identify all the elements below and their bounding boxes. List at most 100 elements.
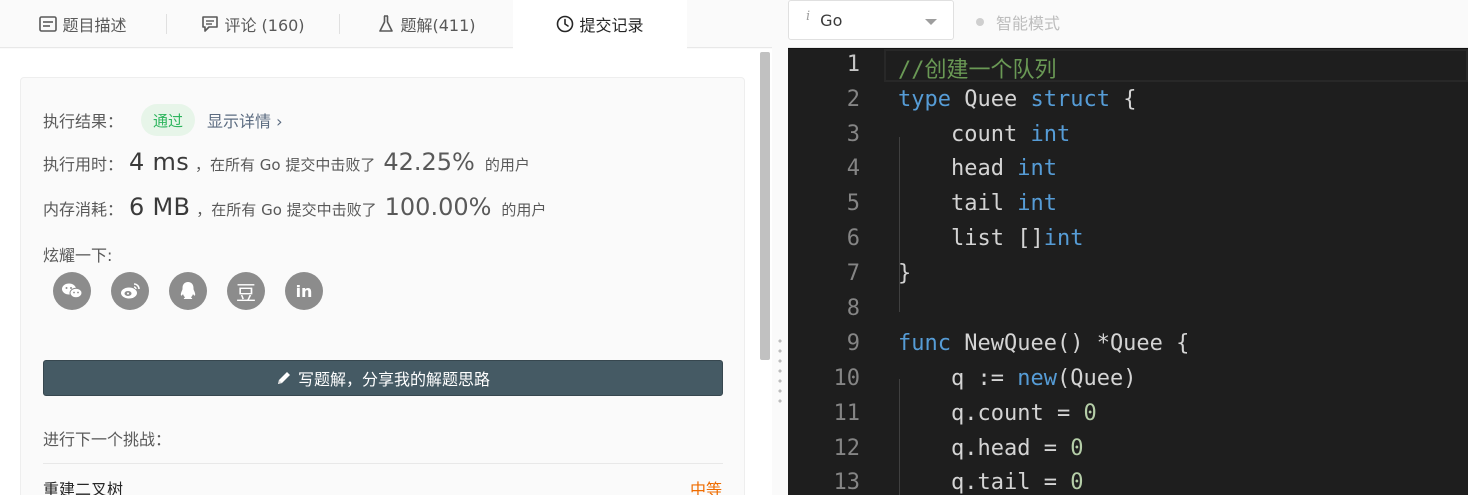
line-number: 7 bbox=[846, 261, 860, 286]
result-label: 执行结果： bbox=[43, 112, 124, 131]
code-line: 10 q := new(Quee) bbox=[788, 363, 1468, 398]
tab-solutions[interactable]: 题解(411) bbox=[340, 0, 513, 48]
drag-handle-icon bbox=[778, 336, 782, 406]
memory-value: 6 MB bbox=[129, 193, 191, 221]
status-badge: 通过 bbox=[141, 104, 196, 136]
runtime-label: 执行用时： bbox=[43, 155, 124, 174]
write-solution-label: 写题解，分享我的解题思路 bbox=[297, 370, 490, 389]
chevron-down-icon bbox=[925, 19, 937, 25]
code-text: q := new(Quee) bbox=[950, 366, 1137, 391]
left-pane: 题目描述 评论 (160) 题解(411) 提交记录 执行结果： 通过 显示详情… bbox=[0, 0, 772, 495]
tab-label: 评论 (160) bbox=[224, 16, 305, 35]
line-number: 1 bbox=[846, 52, 860, 77]
runtime-row: 执行用时： 4 ms ，在所有 Go 提交中击败了 42.25% 的用户 bbox=[43, 148, 530, 176]
line-number: 8 bbox=[846, 296, 860, 321]
tab-description[interactable]: 题目描述 bbox=[0, 0, 166, 48]
code-line: 4 head int bbox=[788, 153, 1468, 188]
code-text: //创建一个队列 bbox=[898, 58, 1057, 83]
clock-icon bbox=[556, 15, 574, 33]
memory-suffix: 的用户 bbox=[501, 201, 547, 219]
runtime-suffix: 的用户 bbox=[484, 156, 530, 174]
line-number: 11 bbox=[833, 401, 861, 426]
mode-label: 智能模式 bbox=[996, 14, 1061, 33]
memory-percent: 100.00% bbox=[384, 193, 492, 221]
line-number: 12 bbox=[833, 436, 861, 461]
tab-label: 题目描述 bbox=[62, 16, 127, 35]
code-line: 6 list []int bbox=[788, 223, 1468, 258]
line-number: 4 bbox=[846, 156, 860, 181]
code-text: type Quee struct { bbox=[898, 87, 1137, 112]
editor-toolbar: i Go 智能模式 bbox=[788, 0, 1468, 48]
next-challenge-label: 进行下一个挑战： bbox=[43, 430, 172, 449]
show-details-link[interactable]: 显示详情 › bbox=[207, 108, 283, 132]
line-number: 6 bbox=[846, 226, 860, 251]
code-line: 2 type Quee struct { bbox=[788, 84, 1468, 119]
tab-comments[interactable]: 评论 (160) bbox=[167, 0, 339, 48]
tab-bar: 题目描述 评论 (160) 题解(411) 提交记录 bbox=[0, 0, 772, 49]
code-line: 5 tail int bbox=[788, 188, 1468, 223]
memory-middle: ，在所有 Go 提交中击败了 bbox=[196, 201, 377, 219]
divider bbox=[43, 463, 723, 464]
code-text: q.head = 0 bbox=[950, 436, 1084, 461]
memory-row: 内存消耗： 6 MB ，在所有 Go 提交中击败了 100.00% 的用户 bbox=[43, 193, 546, 221]
douban-glyph: 豆 bbox=[236, 280, 256, 305]
line-number: 5 bbox=[846, 191, 860, 216]
submission-panel: 执行结果： 通过 显示详情 › 执行用时： 4 ms ，在所有 Go 提交中击败… bbox=[0, 49, 772, 495]
share-icons: 豆 in bbox=[53, 272, 343, 310]
line-number: 13 bbox=[833, 470, 861, 495]
line-number: 9 bbox=[846, 331, 860, 356]
code-line: 11 q.count = 0 bbox=[788, 398, 1468, 433]
runtime-percent: 42.25% bbox=[383, 148, 475, 176]
language-value: Go bbox=[820, 10, 843, 30]
smart-mode-toggle[interactable]: 智能模式 bbox=[976, 10, 1060, 34]
pencil-icon bbox=[276, 370, 292, 386]
code-text: list []int bbox=[950, 226, 1084, 251]
code-line: 7 } bbox=[788, 258, 1468, 293]
next-challenge-item[interactable]: 重建二叉树 bbox=[43, 476, 123, 495]
code-text: q.count = 0 bbox=[950, 401, 1097, 426]
weibo-icon[interactable] bbox=[111, 272, 149, 310]
share-row: 炫耀一下: bbox=[43, 242, 112, 266]
code-line: 3 count int bbox=[788, 119, 1468, 154]
wechat-icon[interactable] bbox=[53, 272, 91, 310]
difficulty-badge: 中等 bbox=[689, 480, 722, 495]
code-text: tail int bbox=[950, 191, 1057, 216]
tab-label: 题解(411) bbox=[400, 16, 476, 35]
line-number: 10 bbox=[833, 366, 861, 391]
code-line: 8 bbox=[788, 293, 1468, 328]
tab-submissions[interactable]: 提交记录 bbox=[513, 0, 687, 49]
result-row: 执行结果： 通过 显示详情 › bbox=[43, 104, 283, 136]
pane-splitter[interactable] bbox=[772, 0, 788, 495]
code-line: 13 q.tail = 0 bbox=[788, 467, 1468, 495]
code-text: head int bbox=[950, 156, 1057, 181]
code-text: func NewQuee() *Quee { bbox=[898, 331, 1190, 356]
flask-icon bbox=[377, 15, 395, 33]
code-line: 1 //创建一个队列 bbox=[788, 49, 1468, 84]
code-text: count int bbox=[950, 122, 1071, 147]
linkedin-glyph: in bbox=[295, 281, 313, 301]
description-icon bbox=[39, 15, 58, 33]
code-text: } bbox=[898, 261, 912, 286]
info-icon: i bbox=[806, 8, 811, 24]
mode-dot-icon bbox=[976, 18, 984, 26]
share-label: 炫耀一下: bbox=[43, 246, 113, 265]
write-solution-button[interactable]: 写题解，分享我的解题思路 bbox=[43, 360, 723, 396]
linkedin-icon[interactable]: in bbox=[285, 272, 323, 310]
vertical-scrollbar[interactable] bbox=[760, 52, 770, 360]
runtime-value: 4 ms bbox=[129, 148, 189, 176]
line-number: 2 bbox=[846, 87, 860, 112]
result-card: 执行结果： 通过 显示详情 › 执行用时： 4 ms ，在所有 Go 提交中击败… bbox=[20, 77, 745, 495]
douban-icon[interactable]: 豆 bbox=[227, 272, 265, 310]
memory-label: 内存消耗： bbox=[43, 200, 124, 219]
comment-icon bbox=[201, 15, 219, 33]
editor-pane: i Go 智能模式 1 //创建一个队列 2 type Quee struct … bbox=[788, 0, 1468, 495]
qq-icon[interactable] bbox=[169, 272, 207, 310]
runtime-middle: ，在所有 Go 提交中击败了 bbox=[195, 156, 376, 174]
code-line: 9 func NewQuee() *Quee { bbox=[788, 328, 1468, 363]
code-editor[interactable]: 1 //创建一个队列 2 type Quee struct { 3 count … bbox=[788, 48, 1468, 495]
line-number: 3 bbox=[846, 122, 860, 147]
tab-label: 提交记录 bbox=[579, 16, 644, 35]
language-select[interactable]: i Go bbox=[788, 0, 954, 40]
code-text: q.tail = 0 bbox=[950, 470, 1084, 495]
code-line: 12 q.head = 0 bbox=[788, 433, 1468, 468]
